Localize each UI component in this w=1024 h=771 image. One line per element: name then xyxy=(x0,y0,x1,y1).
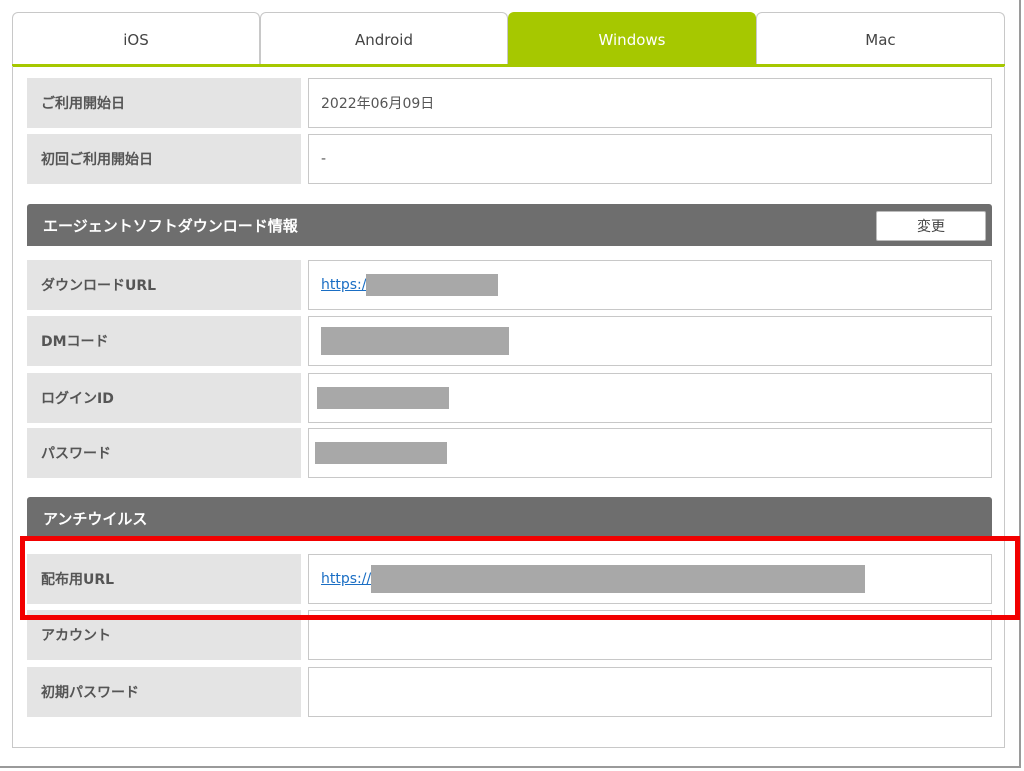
dm-code-row: DMコード xyxy=(27,316,992,366)
change-button[interactable]: 変更 xyxy=(876,211,986,241)
redacted-block xyxy=(366,274,499,296)
antivirus-section-header: アンチウイルス xyxy=(27,497,992,539)
initial-password-value xyxy=(308,667,992,717)
platform-tabs: iOS Android Windows Mac xyxy=(12,12,1005,66)
password-label: パスワード xyxy=(27,428,301,478)
login-id-label: ログインID xyxy=(27,373,301,423)
redacted-block xyxy=(321,327,509,355)
tab-mac-label: Mac xyxy=(865,30,896,49)
tab-windows-label: Windows xyxy=(598,30,666,49)
download-url-link[interactable]: https:/ xyxy=(321,277,366,293)
login-id-row: ログインID xyxy=(27,373,992,423)
dist-url-value: https:// xyxy=(308,554,992,604)
start-date-row: ご利用開始日 2022年06月09日 xyxy=(27,78,992,128)
initial-password-label: 初期パスワード xyxy=(27,667,301,717)
dm-code-value xyxy=(308,316,992,366)
start-date-value: 2022年06月09日 xyxy=(308,78,992,128)
login-id-value xyxy=(308,373,992,423)
account-row: アカウント xyxy=(27,610,992,660)
redacted-block xyxy=(371,565,866,593)
start-date-label: ご利用開始日 xyxy=(27,78,301,128)
download-url-label: ダウンロードURL xyxy=(27,260,301,310)
antivirus-section-title: アンチウイルス xyxy=(43,509,148,528)
download-url-value: https:/ xyxy=(308,260,992,310)
download-url-row: ダウンロードURL https:/ xyxy=(27,260,992,310)
tab-android[interactable]: Android xyxy=(260,12,508,66)
dist-url-link[interactable]: https:// xyxy=(321,571,371,587)
dm-code-label: DMコード xyxy=(27,316,301,366)
agent-section-header: エージェントソフトダウンロード情報 変更 xyxy=(27,204,992,246)
first-use-row: 初回ご利用開始日 - xyxy=(27,134,992,184)
tab-android-label: Android xyxy=(355,30,413,49)
password-value xyxy=(308,428,992,478)
tab-ios-label: iOS xyxy=(123,30,149,49)
initial-password-row: 初期パスワード xyxy=(27,667,992,717)
agent-section-title: エージェントソフトダウンロード情報 xyxy=(43,216,298,235)
redacted-block xyxy=(317,387,449,409)
redacted-block xyxy=(315,442,447,464)
dist-url-label: 配布用URL xyxy=(27,554,301,604)
first-use-value: - xyxy=(308,134,992,184)
account-value xyxy=(308,610,992,660)
password-row: パスワード xyxy=(27,428,992,478)
account-label: アカウント xyxy=(27,610,301,660)
tab-mac[interactable]: Mac xyxy=(756,12,1005,66)
tab-ios[interactable]: iOS xyxy=(12,12,260,66)
tab-windows[interactable]: Windows xyxy=(508,12,756,66)
dist-url-row: 配布用URL https:// xyxy=(27,554,992,604)
first-use-label: 初回ご利用開始日 xyxy=(27,134,301,184)
